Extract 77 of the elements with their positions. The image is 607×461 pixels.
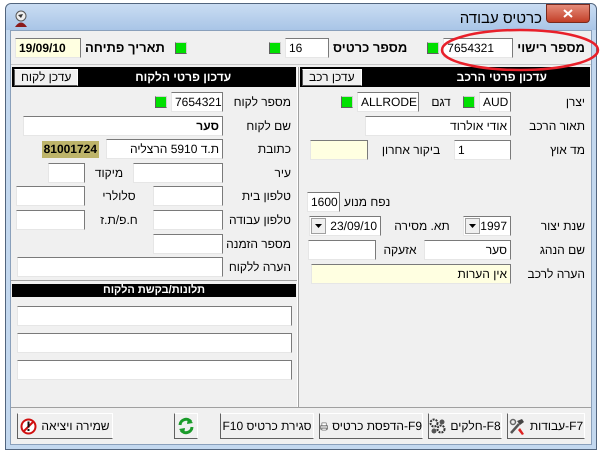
input-field[interactable]: 1 bbox=[454, 140, 511, 160]
panel-title: עדכון פרטי הרכב bbox=[456, 69, 548, 86]
input-field[interactable] bbox=[16, 186, 85, 206]
panel-title: עדכון פרטי הלקוח bbox=[134, 69, 232, 86]
section-title: תלונות/בקשת הלקוח bbox=[103, 284, 205, 298]
input-field[interactable] bbox=[17, 257, 223, 278]
field-label: מד אוץ bbox=[549, 142, 586, 159]
input-field[interactable]: AUD bbox=[479, 92, 511, 112]
field-label: אזעקה bbox=[382, 242, 418, 259]
input-field[interactable] bbox=[17, 333, 292, 354]
caret-icon bbox=[469, 224, 476, 228]
input-field[interactable]: 7654321 bbox=[443, 38, 514, 58]
no-entry-icon bbox=[20, 418, 38, 434]
gears-icon bbox=[429, 418, 446, 434]
dropdown-button[interactable] bbox=[465, 218, 480, 234]
input-field[interactable] bbox=[153, 210, 223, 230]
field-label: מספר רישוי bbox=[517, 38, 586, 57]
field-label: תא. מסירה bbox=[393, 218, 451, 235]
input-field[interactable] bbox=[133, 162, 223, 183]
field-label: ביקור אחרון bbox=[380, 142, 442, 159]
account-badge: 81001724 bbox=[42, 140, 99, 158]
field-label: מספר כרטיס bbox=[332, 38, 408, 57]
field-label: נפח מנוע bbox=[344, 194, 392, 211]
field-label: סלולרי bbox=[101, 188, 137, 206]
close-button[interactable] bbox=[546, 4, 590, 23]
tasks-button[interactable]: F7-עבודות bbox=[507, 413, 585, 439]
input-field[interactable] bbox=[17, 306, 292, 326]
close-card-button[interactable]: סגירת כרטיס F10 bbox=[220, 413, 314, 439]
field-label: שם לקוח bbox=[245, 118, 292, 135]
input-field[interactable] bbox=[308, 240, 376, 260]
field-label: דגם bbox=[430, 94, 452, 111]
input-field[interactable]: 1600 bbox=[307, 192, 340, 212]
field-label: ח.פ/ת.ז bbox=[99, 212, 139, 229]
dropdown-field[interactable]: 23/09/10 bbox=[309, 216, 381, 236]
input-field[interactable] bbox=[17, 360, 292, 380]
field-label: הערה ללקוח bbox=[228, 259, 292, 276]
field-label: שנת יצור bbox=[540, 218, 586, 235]
input-field[interactable]: אין הערות bbox=[311, 264, 511, 284]
field-label: הערה לרכב bbox=[526, 266, 586, 283]
update-vehicle-button[interactable]: עדכן רכב bbox=[302, 68, 362, 86]
input-field[interactable] bbox=[153, 234, 223, 254]
parts-button[interactable]: F8-חלקים bbox=[428, 413, 502, 439]
input-field[interactable] bbox=[16, 210, 85, 230]
input-field[interactable] bbox=[48, 162, 85, 183]
field-label: יצרן bbox=[564, 94, 586, 111]
field-label: תאור הרכב bbox=[528, 118, 586, 135]
field-label: טלפון עבודה bbox=[228, 212, 292, 229]
tools-icon bbox=[508, 418, 526, 434]
field-label: מספר לקוח bbox=[232, 94, 292, 111]
input-field[interactable]: 19/09/10 bbox=[15, 38, 81, 58]
dropdown-button[interactable] bbox=[311, 218, 326, 234]
field-label: כתובת bbox=[256, 141, 292, 158]
input-field[interactable]: אודי אולרוד bbox=[365, 116, 511, 136]
dropdown-field[interactable]: 1997 bbox=[463, 216, 511, 236]
field-label: תאריך פתיחה bbox=[85, 38, 166, 57]
field-label: שם הנהג bbox=[538, 242, 586, 259]
input-field[interactable] bbox=[310, 140, 368, 160]
update-customer-button[interactable]: עדכן לקוח bbox=[14, 68, 78, 86]
input-field[interactable] bbox=[153, 186, 223, 206]
caret-icon bbox=[315, 224, 322, 228]
input-field[interactable]: סער bbox=[23, 116, 223, 136]
input-field[interactable]: 16 bbox=[284, 38, 329, 58]
print-card-button[interactable]: F9-הדפסת כרטיס bbox=[319, 413, 423, 439]
field-label: מיקוד bbox=[94, 164, 124, 182]
close-icon bbox=[563, 9, 573, 18]
window-title: כרטיס עבודה bbox=[460, 8, 542, 29]
field-label: עיר bbox=[273, 164, 292, 182]
input-field[interactable]: 7654321 bbox=[171, 92, 223, 112]
input-field[interactable]: ת.ד 5910 הרצליה bbox=[106, 139, 223, 160]
refresh-icon bbox=[176, 416, 196, 436]
field-label: טלפון בית bbox=[240, 188, 292, 206]
app-icon bbox=[12, 10, 30, 28]
save-exit-button[interactable]: שמירה ויציאה bbox=[17, 413, 113, 439]
refresh-button[interactable] bbox=[174, 413, 198, 439]
field-label: מספר הזמנה bbox=[227, 236, 292, 253]
input-field[interactable]: ALLRODE bbox=[357, 92, 419, 112]
input-field[interactable]: סער bbox=[424, 240, 511, 260]
